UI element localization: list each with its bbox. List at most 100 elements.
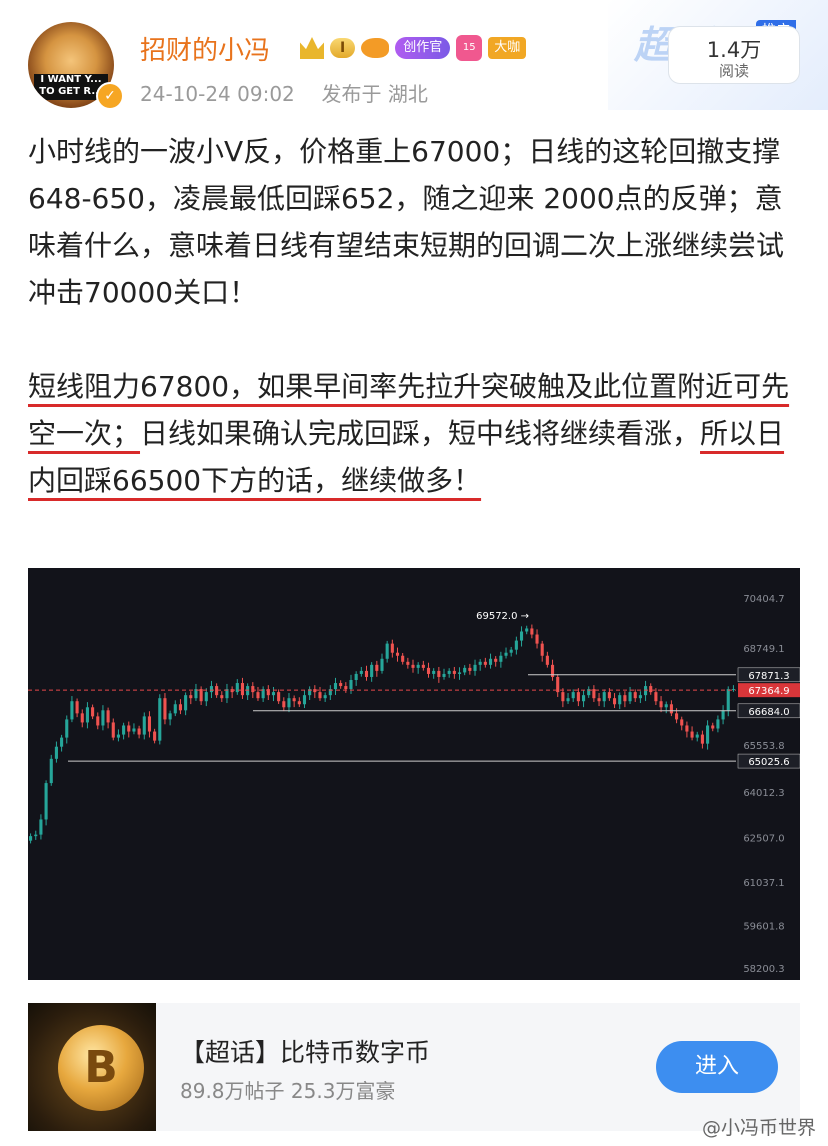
candle-body bbox=[49, 758, 53, 784]
candle-body bbox=[184, 695, 188, 711]
level-label: 66684.0 bbox=[748, 707, 789, 718]
candle-body bbox=[649, 686, 653, 693]
y-tick-label: 61037.1 bbox=[743, 878, 784, 889]
candle-body bbox=[566, 698, 570, 702]
candle-body bbox=[690, 731, 694, 738]
candle-body bbox=[359, 670, 363, 674]
read-label: 阅读 bbox=[718, 62, 749, 80]
y-tick-label: 58200.3 bbox=[743, 964, 784, 975]
y-tick-label: 59601.8 bbox=[743, 922, 784, 933]
candle-body bbox=[685, 725, 689, 732]
candle-body bbox=[96, 716, 100, 726]
candle-body bbox=[132, 728, 136, 732]
join-button[interactable]: 进入 bbox=[656, 1041, 778, 1093]
candle-body bbox=[106, 710, 110, 723]
candle-body bbox=[607, 692, 611, 699]
candle-body bbox=[163, 698, 167, 720]
candle-body bbox=[695, 734, 699, 738]
candle-body bbox=[623, 695, 627, 702]
candle-body bbox=[638, 695, 642, 699]
y-tick-label: 64012.3 bbox=[743, 788, 784, 799]
candle-body bbox=[463, 667, 467, 673]
candle-body bbox=[364, 670, 369, 677]
candle-body bbox=[437, 670, 441, 677]
y-tick-label: 65553.8 bbox=[743, 741, 784, 752]
candle-body bbox=[54, 746, 58, 759]
candle-body bbox=[127, 725, 131, 732]
candle-body bbox=[318, 692, 322, 699]
candle-body bbox=[380, 658, 384, 671]
chart-svg: 70404.7 68749.1 65553.8 64012.3 62507.0 61037… bbox=[28, 594, 800, 975]
candle-body bbox=[287, 698, 291, 708]
candle-body bbox=[731, 689, 735, 691]
candle-body bbox=[209, 686, 214, 693]
card-title[interactable]: 【超话】比特币数字币 bbox=[180, 1033, 430, 1069]
candle-body bbox=[700, 734, 704, 744]
candle-body bbox=[675, 713, 679, 720]
candle-body bbox=[618, 695, 622, 705]
price-chart[interactable]: 70404.7 68749.1 65553.8 64012.3 62507.0 61037… bbox=[28, 568, 800, 980]
candle-body bbox=[514, 640, 518, 650]
candle-body bbox=[504, 652, 508, 656]
candle-body bbox=[680, 719, 684, 726]
candle-body bbox=[581, 695, 586, 702]
post-paragraph-2-middle: 日线如果确认完成回踩，短中线将继续看涨， bbox=[140, 417, 701, 450]
candle-body bbox=[406, 661, 410, 665]
candle-body bbox=[468, 667, 472, 671]
candle-body bbox=[147, 716, 151, 732]
y-tick-label: 62507.0 bbox=[743, 833, 784, 844]
candle-body bbox=[716, 719, 720, 729]
bitcoin-image: B bbox=[28, 1003, 156, 1131]
post-meta: 24-10-24 09:02 发布于 湖北 bbox=[140, 78, 428, 107]
candle-body bbox=[297, 701, 301, 705]
candle-body bbox=[122, 725, 126, 735]
level-label: 67364.9 bbox=[748, 686, 789, 697]
candle-body bbox=[178, 704, 183, 711]
candle-body bbox=[571, 692, 575, 699]
candle-body bbox=[80, 713, 84, 723]
candle-body bbox=[535, 634, 539, 644]
candle-body bbox=[65, 719, 69, 738]
watermark: @小冯币世界 bbox=[701, 1117, 816, 1139]
candle-body bbox=[70, 701, 74, 720]
creator-badge[interactable]: 创作官 bbox=[395, 37, 451, 59]
candle-body bbox=[488, 658, 493, 665]
candle-body bbox=[101, 710, 105, 726]
read-count-box: 1.4万 阅读 bbox=[668, 26, 800, 84]
candle-body bbox=[499, 655, 503, 662]
candle-body bbox=[153, 731, 157, 741]
candle-body bbox=[292, 698, 296, 702]
candle-body bbox=[75, 701, 79, 714]
candle-body bbox=[421, 664, 425, 668]
candle-body bbox=[256, 692, 260, 699]
candle-body bbox=[339, 683, 343, 687]
candle-body bbox=[85, 707, 89, 723]
candle-body bbox=[519, 631, 524, 641]
gem-badge: 15 bbox=[456, 35, 483, 61]
username[interactable]: 招财的小冯 bbox=[140, 30, 270, 67]
candle-body bbox=[721, 710, 725, 720]
candle-body bbox=[142, 716, 146, 735]
post-paragraph-2: 短线阻力67800，如果早间率先拉升突破触及此位置附近可先空一次；日线如果确认完… bbox=[28, 363, 808, 504]
level-badge: I bbox=[330, 38, 356, 58]
candle-body bbox=[411, 664, 415, 668]
candle-body bbox=[442, 673, 446, 677]
candle-body bbox=[354, 673, 358, 680]
candle-body bbox=[525, 628, 529, 632]
post-body: 小时线的一波小V反，价格重上67000；日线的这轮回撤支撑648-650，凌晨最… bbox=[28, 128, 808, 504]
level-label: 67871.3 bbox=[748, 671, 789, 682]
candle-body bbox=[137, 728, 141, 735]
level-label: 65025.6 bbox=[748, 757, 789, 768]
candle-body bbox=[333, 683, 338, 690]
candle-body bbox=[545, 655, 549, 665]
crown-icon bbox=[300, 37, 324, 59]
candle-body bbox=[91, 707, 95, 717]
candle-body bbox=[659, 701, 663, 708]
candle-body bbox=[592, 689, 596, 699]
y-tick-label: 70404.7 bbox=[743, 594, 784, 605]
candle-body bbox=[390, 643, 394, 653]
candle-body bbox=[271, 692, 276, 696]
high-annotation: 69572.0 → bbox=[476, 611, 529, 622]
chaohua-card[interactable]: B 【超话】比特币数字币 89.8万帖子 25.3万富豪 进入 bbox=[28, 1003, 800, 1131]
y-tick-label: 68749.1 bbox=[743, 644, 784, 655]
